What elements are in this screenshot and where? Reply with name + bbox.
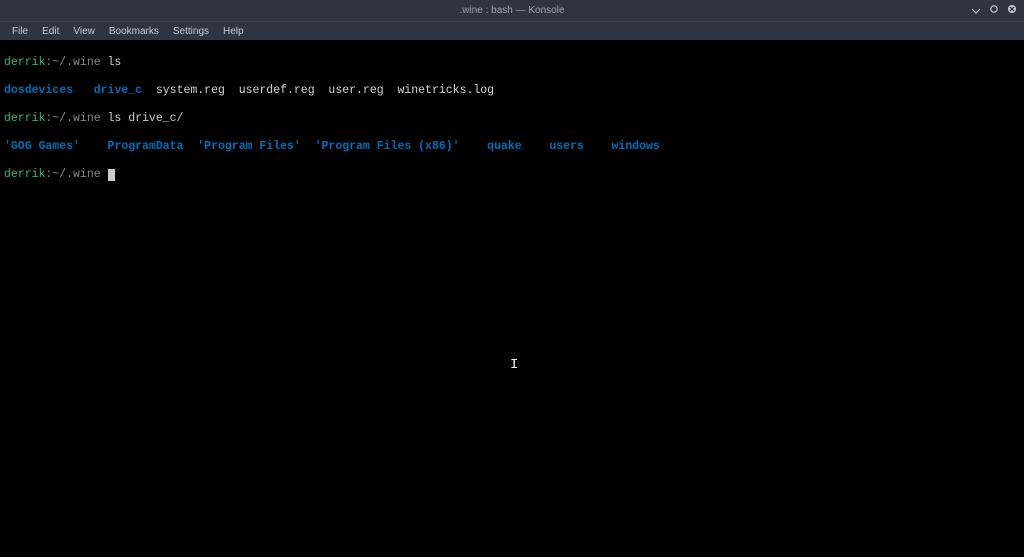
window-controls — [970, 3, 1018, 15]
menu-edit[interactable]: Edit — [36, 24, 65, 39]
prompt-user: derrik: — [4, 168, 52, 181]
prompt-path: ~/.wine — [52, 112, 100, 125]
command-text — [101, 168, 108, 181]
ls-dir: users — [542, 140, 583, 153]
ls-dir: dosdevices — [4, 84, 73, 97]
prompt-path: ~/.wine — [52, 56, 100, 69]
ls-file: winetricks.log — [397, 84, 494, 97]
ls-dir: 'GOG Games' — [4, 140, 80, 153]
ls-dir: 'Program Files' — [197, 140, 301, 153]
terminal-output[interactable]: derrik:~/.wine ls dosdevices drive_c sys… — [0, 40, 1024, 557]
terminal-line: 'GOG Games' ProgramData 'Program Files' … — [4, 140, 1020, 154]
menu-file[interactable]: File — [6, 24, 34, 39]
ls-file: system.reg — [156, 84, 225, 97]
prompt-user: derrik: — [4, 112, 52, 125]
menu-bookmarks[interactable]: Bookmarks — [103, 24, 165, 39]
text-cursor-icon: I — [510, 358, 518, 372]
ls-dir: quake — [480, 140, 521, 153]
menu-view[interactable]: View — [67, 24, 101, 39]
terminal-line: derrik:~/.wine ls — [4, 56, 1020, 70]
ls-dir: ProgramData — [101, 140, 184, 153]
terminal-line: dosdevices drive_c system.reg userdef.re… — [4, 84, 1020, 98]
ls-file: user.reg — [328, 84, 383, 97]
ls-dir: drive_c — [94, 84, 142, 97]
prompt-path: ~/.wine — [52, 168, 100, 181]
terminal-cursor-icon — [108, 169, 115, 181]
ls-file: userdef.reg — [239, 84, 315, 97]
minimize-icon[interactable] — [970, 3, 982, 15]
terminal-line: derrik:~/.wine ls drive_c/ — [4, 112, 1020, 126]
maximize-icon[interactable] — [988, 3, 1000, 15]
prompt-user: derrik: — [4, 56, 52, 69]
command-text: ls — [101, 56, 122, 69]
command-text: ls drive_c/ — [101, 112, 184, 125]
window-title: .wine : bash — Konsole — [459, 5, 564, 16]
terminal-line: derrik:~/.wine — [4, 168, 1020, 182]
close-icon[interactable] — [1006, 3, 1018, 15]
menu-help[interactable]: Help — [217, 24, 250, 39]
menu-settings[interactable]: Settings — [167, 24, 215, 39]
titlebar: .wine : bash — Konsole — [0, 0, 1024, 22]
menubar: File Edit View Bookmarks Settings Help — [0, 22, 1024, 40]
ls-dir: 'Program Files (x86)' — [315, 140, 460, 153]
ls-dir: windows — [605, 140, 660, 153]
